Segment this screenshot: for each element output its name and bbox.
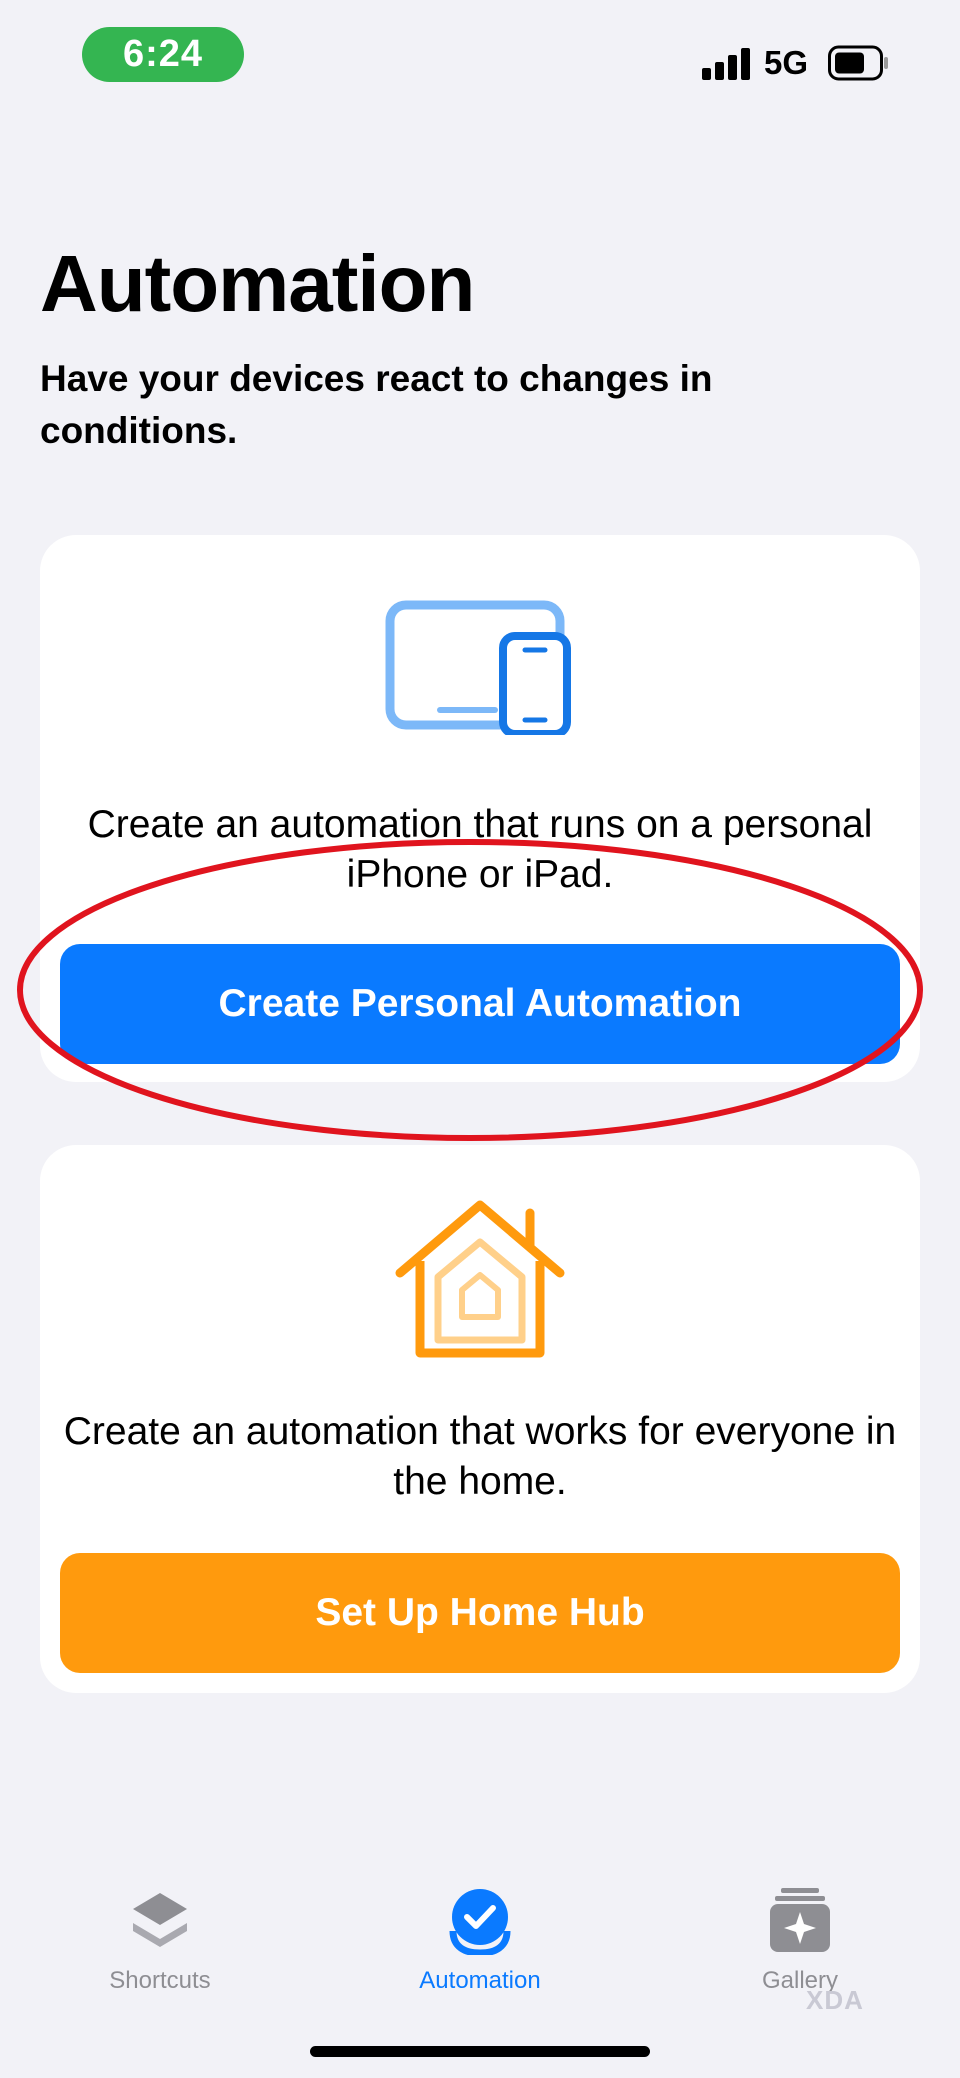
status-time: 6:24 — [82, 27, 244, 82]
home-indicator[interactable] — [310, 2046, 650, 2057]
tab-gallery[interactable]: Gallery — [700, 1885, 900, 1995]
tab-shortcuts[interactable]: Shortcuts — [60, 1885, 260, 1995]
sparkle-stack-icon — [770, 1888, 830, 1952]
tab-automation[interactable]: Automation — [380, 1885, 580, 1995]
tab-label: Automation — [419, 1967, 541, 1994]
personal-automation-card: Create an automation that runs on a pers… — [40, 535, 920, 1082]
home-automation-description: Create an automation that works for ever… — [63, 1410, 897, 1503]
home-automation-card: Create an automation that works for ever… — [40, 1145, 920, 1693]
page-title: Automation — [40, 239, 475, 328]
tab-label: Shortcuts — [109, 1967, 211, 1994]
watermark-logo: XDA — [806, 1985, 864, 2015]
checkmark-circle-icon — [449, 1889, 511, 1955]
devices-icon — [385, 600, 571, 735]
page-subtitle: Have your devices react to changes in co… — [40, 358, 713, 451]
battery-icon — [828, 45, 888, 81]
cellular-signal-icon — [702, 48, 752, 80]
network-type: 5G — [764, 44, 809, 81]
home-icon — [395, 1200, 565, 1358]
create-personal-automation-button[interactable]: Create Personal Automation — [60, 944, 900, 1064]
personal-automation-description: Create an automation that runs on a pers… — [87, 803, 873, 896]
set-up-home-hub-button[interactable]: Set Up Home Hub — [60, 1553, 900, 1673]
layers-icon — [133, 1893, 187, 1947]
